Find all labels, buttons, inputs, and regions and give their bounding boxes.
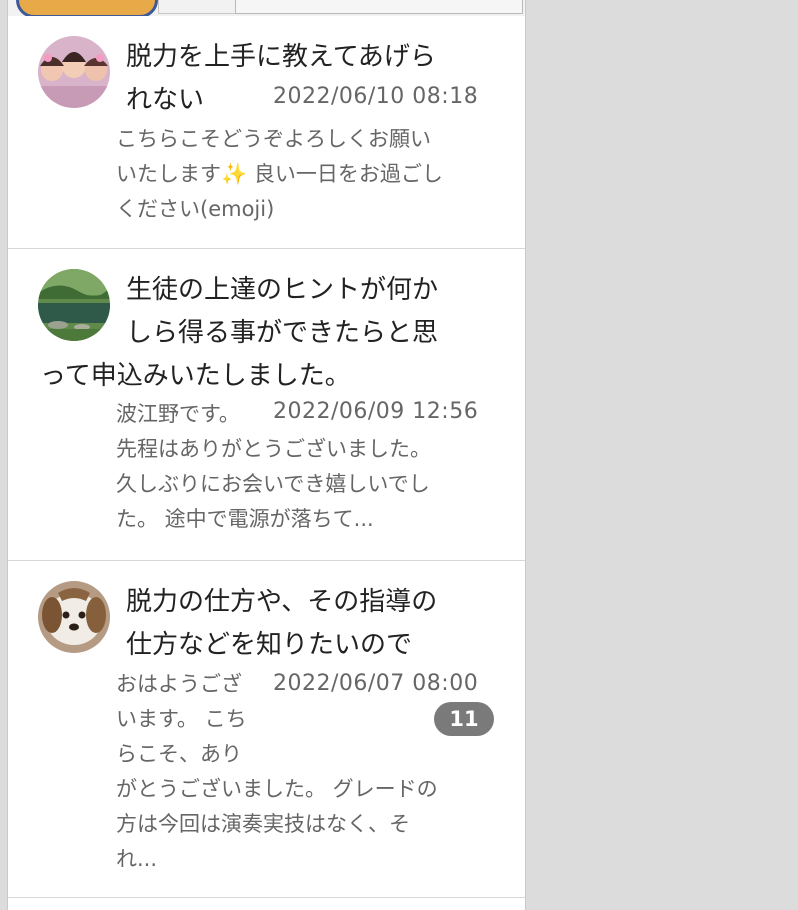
message-list: 脱力を上手に教えてあげら れない 2022/06/10 08:18 こちらこそど…: [8, 16, 525, 910]
message-sender: 波江野です。: [116, 402, 240, 426]
sparkles-icon: ✨: [221, 162, 248, 186]
avatar[interactable]: [38, 36, 110, 108]
message-title: 脱力を上手に教えてあげら れない: [126, 36, 506, 122]
tab-strip: [8, 0, 525, 18]
preview-line: 先程はありがとうございました。: [116, 437, 431, 461]
preview-text: 良い一日をお過ごし: [247, 162, 443, 186]
message-list-panel: 脱力を上手に教えてあげら れない 2022/06/10 08:18 こちらこそど…: [7, 0, 526, 910]
tab-third[interactable]: [235, 0, 523, 14]
title-line: しら得る事ができたらと思: [126, 318, 439, 348]
message-date: 2022/06/10 08:18: [273, 84, 479, 109]
group-photo-avatar-icon: [38, 36, 110, 108]
preview-line: れ...: [116, 847, 158, 871]
message-item-partial[interactable]: [8, 897, 525, 910]
message-sender: おはようござ: [116, 672, 242, 696]
preview-line: こちらこそどうぞよろしくお願い: [116, 127, 431, 151]
title-line: 脱力を上手に教えてあげら: [126, 42, 436, 72]
message-preview: 先程はありがとうございました。 久しぶりにお会いでき嬉しいでし た。 途中で電源…: [116, 432, 496, 537]
message-preview: こちらこそどうぞよろしくお願い いたします✨ 良い一日をお過ごし ください(em…: [116, 122, 496, 227]
preview-line: います。 こち: [116, 707, 247, 731]
dog-photo-avatar-icon: [38, 581, 110, 653]
message-item[interactable]: 生徒の上達のヒントが何か しら得る事ができたらと思 って申込みいたしました。 波…: [8, 248, 525, 560]
message-date: 2022/06/09 12:56: [273, 399, 479, 424]
title-line: 仕方などを知りたいので: [126, 630, 413, 660]
message-title: 生徒の上達のヒントが何か しら得る事ができたらと思 って申込みいたしました。: [8, 269, 508, 398]
preview-line: 方は今回は演奏実技はなく、そ: [116, 812, 410, 836]
preview-line: いたします✨ 良い一日をお過ごし: [116, 157, 496, 192]
message-preview: おはようござ います。 こち らこそ、あり がとうございました。 グレードの 方…: [116, 667, 496, 877]
title-line: 脱力の仕方や、その指導の: [126, 587, 438, 617]
tab-second[interactable]: [158, 0, 236, 14]
preview-line: がとうございました。 グレードの: [116, 777, 438, 801]
message-title: 脱力の仕方や、その指導の 仕方などを知りたいので: [126, 581, 506, 667]
preview-line: らこそ、あり: [116, 742, 242, 766]
preview-text: いたします: [116, 162, 221, 186]
preview-line: 久しぶりにお会いでき嬉しいでし: [116, 472, 430, 496]
avatar[interactable]: [38, 581, 110, 653]
preview-line: た。 途中で電源が落ちて...: [116, 507, 374, 531]
title-line: って申込みいたしました。: [40, 361, 351, 391]
title-line: 生徒の上達のヒントが何か: [126, 275, 439, 305]
preview-line: ください(emoji): [116, 197, 275, 221]
message-item[interactable]: 脱力を上手に教えてあげら れない 2022/06/10 08:18 こちらこそど…: [8, 16, 525, 248]
message-item[interactable]: 脱力の仕方や、その指導の 仕方などを知りたいので 2022/06/07 08:0…: [8, 560, 525, 897]
